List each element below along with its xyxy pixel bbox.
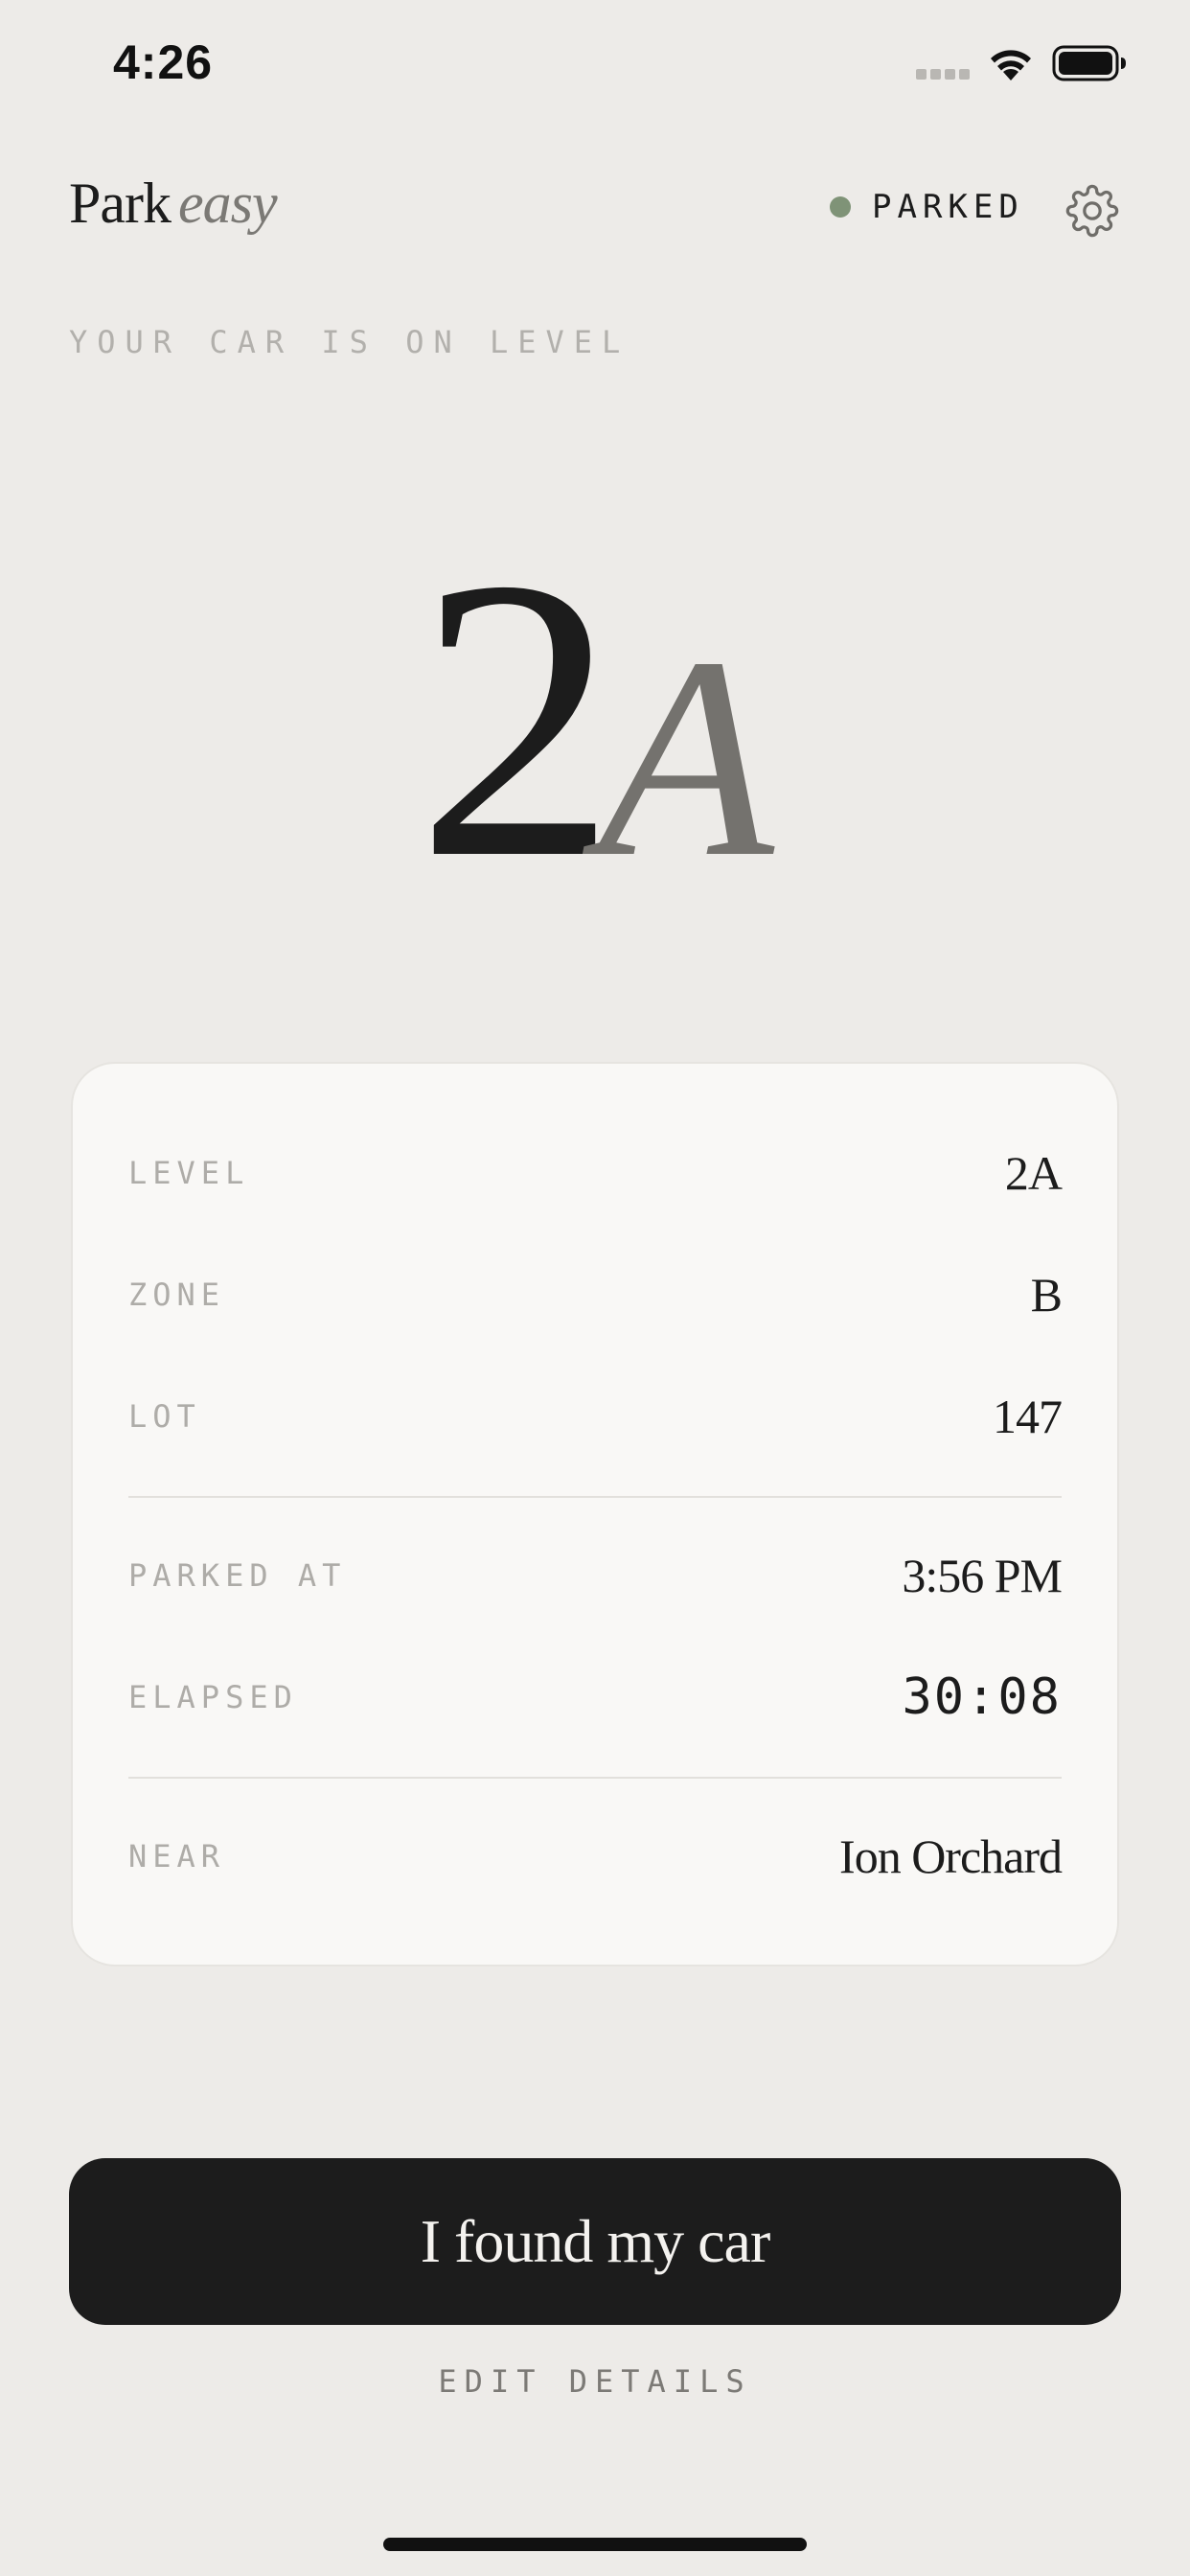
detail-label: LEVEL (128, 1155, 250, 1191)
detail-value: 3:56 PM (902, 1549, 1063, 1602)
detail-row-lot: LOT 147 (128, 1378, 1063, 1455)
status-dot-icon (830, 196, 851, 218)
brand-accent: easy (177, 172, 278, 235)
parking-status: PARKED (830, 188, 1024, 226)
elapsed-timer: 30:08 (902, 1668, 1062, 1726)
detail-row-zone: ZONE B (128, 1256, 1063, 1333)
detail-value: B (1030, 1268, 1063, 1322)
detail-row-parked-at: PARKED AT 3:56 PM (128, 1537, 1063, 1614)
divider (128, 1777, 1062, 1779)
gear-icon[interactable] (1065, 184, 1119, 238)
detail-value: 2A (1004, 1146, 1063, 1200)
wifi-icon (991, 50, 1031, 80)
app-logo: Park easy (69, 171, 278, 237)
detail-row-near: NEAR Ion Orchard (128, 1818, 1063, 1895)
detail-row-elapsed: ELAPSED 30:08 (128, 1659, 1062, 1736)
status-bar-time: 4:26 (113, 35, 214, 89)
detail-label: ZONE (128, 1276, 226, 1313)
level-kicker: YOUR CAR IS ON LEVEL (69, 324, 630, 360)
home-indicator[interactable] (383, 2538, 807, 2551)
detail-row-level: LEVEL 2A (128, 1135, 1063, 1211)
found-my-car-button[interactable]: I found my car (69, 2158, 1121, 2325)
level-number: 2 (416, 495, 617, 941)
cellular-signal-icon (916, 69, 970, 80)
edit-details-link[interactable]: EDIT DETAILS (0, 2363, 1190, 2400)
status-label: PARKED (872, 188, 1024, 226)
level-display: 2A (0, 518, 1190, 920)
detail-label: ELAPSED (128, 1679, 298, 1715)
detail-label: PARKED AT (128, 1557, 347, 1594)
brand-main: Park (69, 172, 172, 235)
level-suffix: A (598, 598, 774, 916)
parking-details-card: LEVEL 2A ZONE B LOT 147 PARKED AT 3:56 P… (71, 1062, 1119, 1966)
battery-icon (1052, 45, 1126, 81)
detail-label: LOT (128, 1398, 201, 1435)
divider (128, 1496, 1062, 1498)
detail-value: Ion Orchard (839, 1829, 1063, 1883)
detail-value: 147 (993, 1390, 1063, 1443)
detail-label: NEAR (128, 1838, 226, 1874)
